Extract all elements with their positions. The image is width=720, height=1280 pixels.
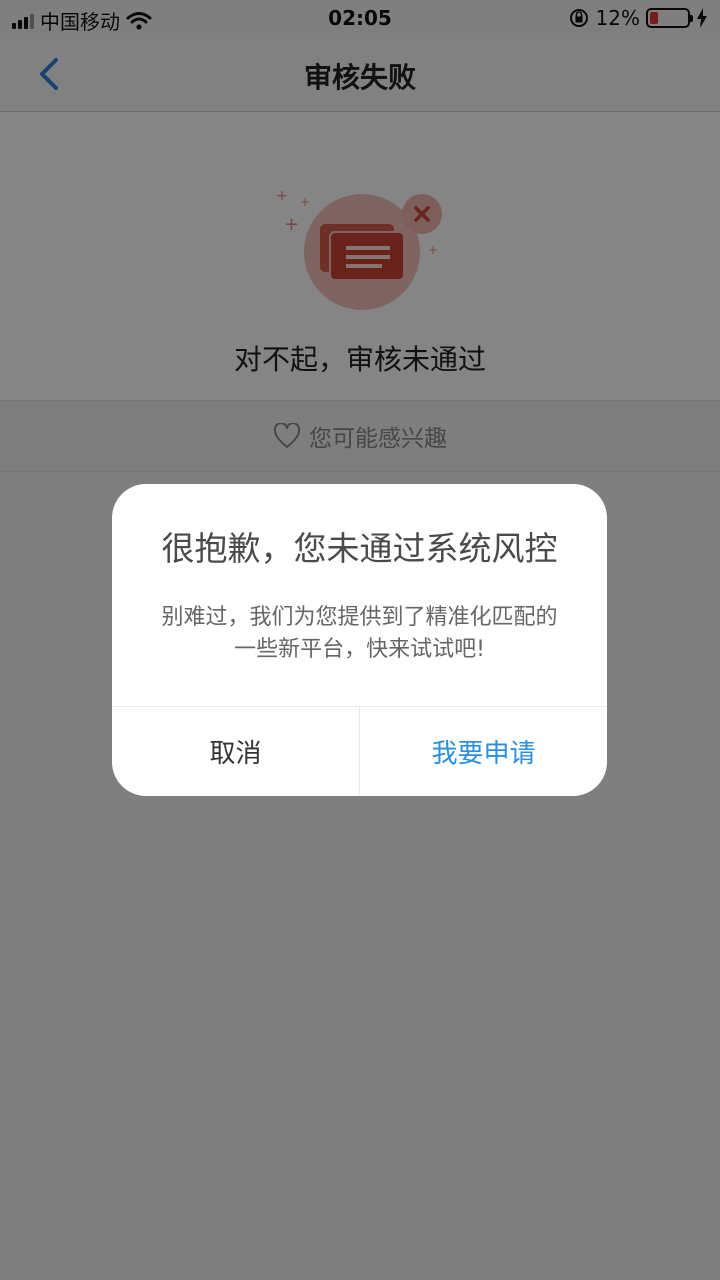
dialog-message: 别难过，我们为您提供到了精准化匹配的 一些新平台，快来试试吧! [140, 602, 579, 666]
cancel-button[interactable]: 取消 [112, 707, 360, 796]
dialog-button-row: 取消 我要申请 [112, 706, 607, 796]
dialog-title: 很抱歉，您未通过系统风控 [161, 529, 558, 568]
dialog-message-line-2: 一些新平台，快来试试吧! [234, 637, 485, 662]
dialog-message-line-1: 别难过，我们为您提供到了精准化匹配的 [161, 605, 558, 630]
risk-control-dialog: 很抱歉，您未通过系统风控 别难过，我们为您提供到了精准化匹配的 一些新平台，快来… [112, 484, 607, 796]
apply-button[interactable]: 我要申请 [360, 707, 607, 796]
